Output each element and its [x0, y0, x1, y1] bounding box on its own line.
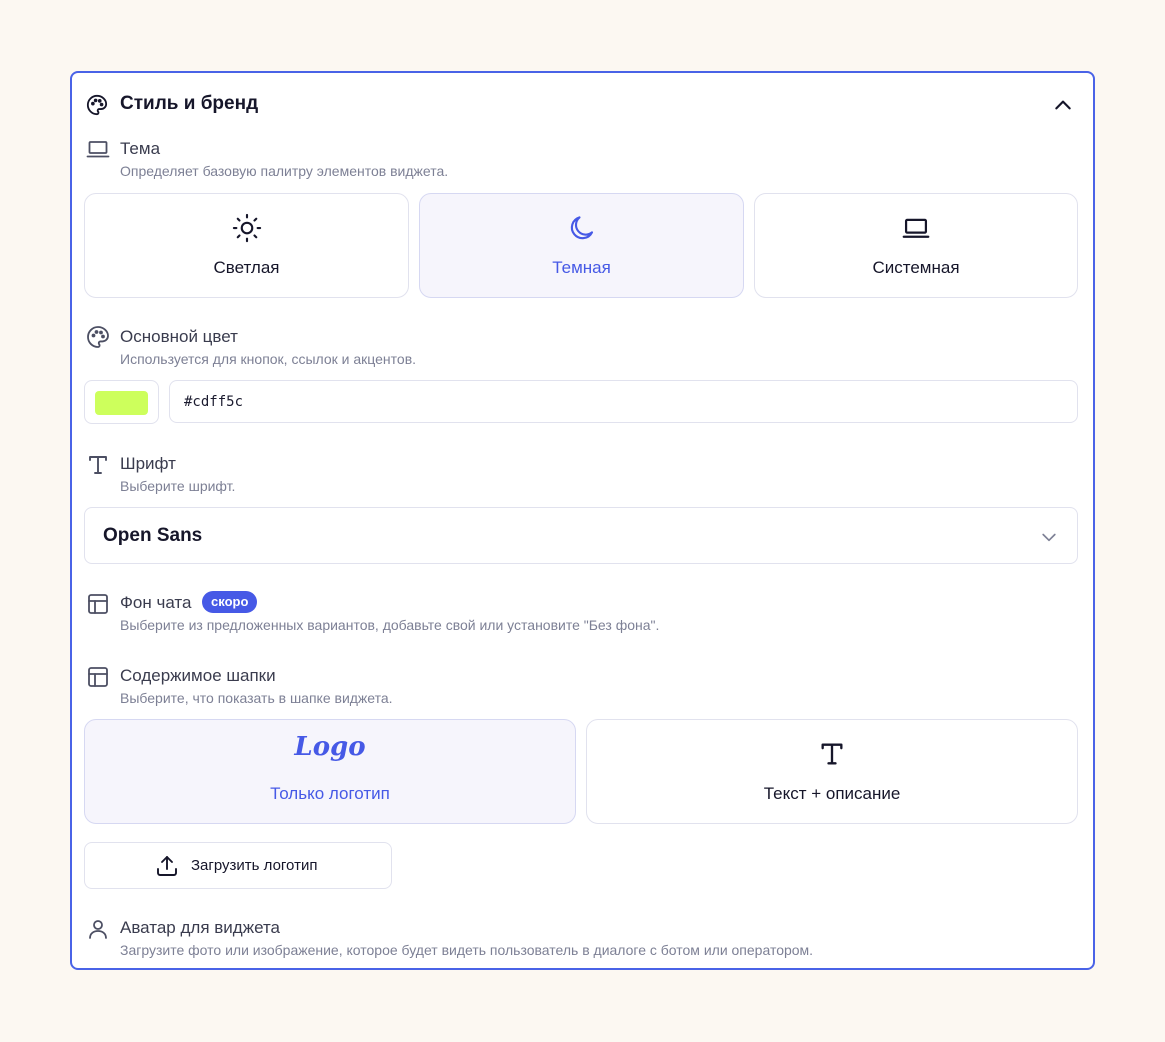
- avatar-description: Загрузите фото или изображение, которое …: [120, 942, 814, 958]
- type-icon: [821, 743, 843, 765]
- color-swatch: [95, 391, 148, 415]
- upload-icon: [157, 856, 177, 876]
- avatar-title: Аватар для виджета: [120, 918, 281, 937]
- theme-option-light[interactable]: Светлая: [84, 193, 409, 298]
- laptop-icon: [86, 141, 110, 158]
- theme-option-dark[interactable]: Темная: [419, 193, 744, 298]
- user-icon: [89, 920, 107, 939]
- theme-option-label: Темная: [552, 258, 611, 277]
- chevron-up-icon[interactable]: [1052, 95, 1074, 115]
- primary-color-description: Используется для кнопок, ссылок и акцент…: [120, 351, 417, 367]
- panel-title: Стиль и бренд: [120, 93, 259, 114]
- font-title: Шрифт: [120, 454, 176, 473]
- header-option-label: Текст + описание: [763, 784, 901, 803]
- font-select-value: Open Sans: [103, 525, 203, 546]
- header-content-description: Выберите, что показать в шапке виджета.: [120, 690, 393, 706]
- theme-description: Определяет базовую палитру элементов вид…: [120, 163, 449, 179]
- chevron-down-icon: [1042, 533, 1056, 542]
- layout-icon: [88, 667, 108, 687]
- palette-icon: [86, 94, 108, 116]
- style-brand-panel: Стиль и бренд Тема Определяет базовую па…: [70, 71, 1095, 970]
- theme-option-system[interactable]: Системная: [754, 193, 1078, 298]
- layout-icon: [88, 594, 108, 614]
- type-icon: [89, 456, 107, 474]
- header-option-text-description[interactable]: Текст + описание: [586, 719, 1078, 824]
- header-content-title: Содержимое шапки: [120, 666, 276, 685]
- color-swatch-picker[interactable]: [84, 380, 159, 424]
- logo-icon: Logo: [294, 732, 366, 762]
- color-hex-input[interactable]: [169, 380, 1078, 423]
- chat-background-title: Фон чата: [120, 593, 192, 612]
- theme-option-label: Системная: [872, 258, 960, 277]
- font-description: Выберите шрифт.: [120, 478, 236, 494]
- primary-color-title: Основной цвет: [120, 327, 238, 346]
- laptop-icon: [902, 218, 930, 238]
- upload-logo-label: Загрузить логотип: [191, 857, 318, 874]
- theme-option-label: Светлая: [213, 258, 280, 277]
- upload-logo-button[interactable]: Загрузить логотип: [84, 842, 392, 889]
- header-option-label: Только логотип: [270, 784, 390, 803]
- coming-soon-badge: скоро: [202, 591, 258, 613]
- theme-title: Тема: [120, 139, 161, 158]
- header-option-logo-only[interactable]: Logo Только логотип: [84, 719, 576, 824]
- moon-icon: [570, 216, 593, 240]
- palette-icon: [87, 326, 109, 348]
- font-select[interactable]: Open Sans: [84, 507, 1078, 564]
- sun-icon: [232, 213, 261, 243]
- chat-background-description: Выберите из предложенных вариантов, доба…: [120, 617, 660, 633]
